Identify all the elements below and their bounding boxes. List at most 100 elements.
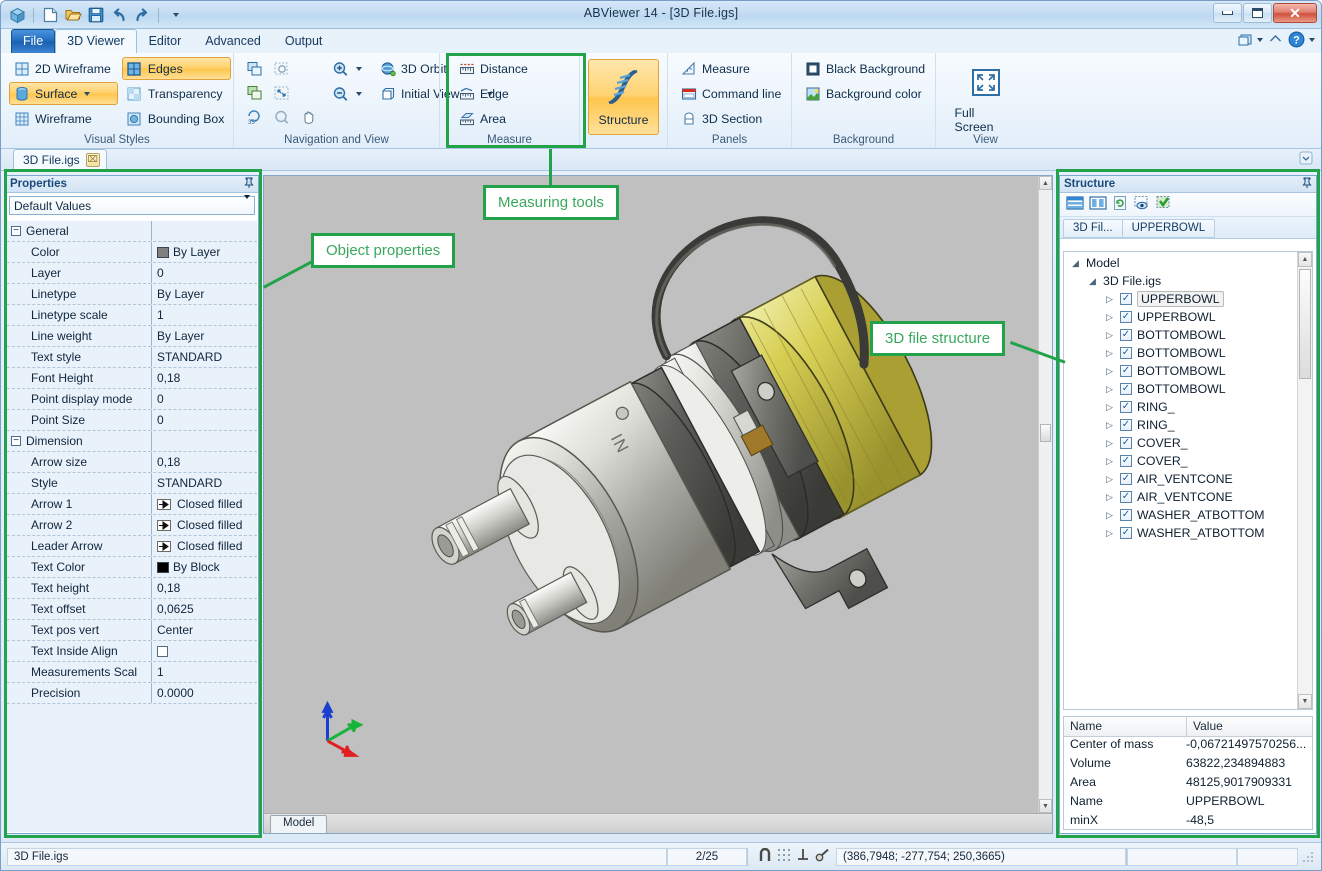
tree-vertical-scrollbar[interactable]: ▲ ▼ bbox=[1297, 252, 1312, 709]
document-tabs-overflow[interactable] bbox=[1299, 151, 1313, 168]
isolate-icon[interactable] bbox=[1155, 195, 1172, 214]
property-row[interactable]: ColorBy Layer bbox=[7, 242, 257, 263]
property-row[interactable]: Linetype scale1 bbox=[7, 305, 257, 326]
model-viewport[interactable]: IN bbox=[264, 176, 1038, 813]
property-row[interactable]: Point display mode0 bbox=[7, 389, 257, 410]
structure-tab-upperbowl[interactable]: UPPERBOWL bbox=[1122, 219, 1216, 238]
close-icon[interactable]: ⌧ bbox=[86, 153, 100, 167]
tree-twisty-icon[interactable]: ▷ bbox=[1104, 384, 1115, 395]
property-value[interactable]: STANDARD bbox=[152, 473, 257, 493]
tree-twisty-icon[interactable]: ◢ bbox=[1087, 276, 1098, 287]
button-measure-distance[interactable]: Distance bbox=[454, 57, 535, 80]
ribbon-tab-output[interactable]: Output bbox=[273, 29, 335, 53]
viewport-vertical-scrollbar[interactable]: ▲ ▼ bbox=[1038, 176, 1052, 813]
object-property-table[interactable]: Name Value Center of mass-0,067214975702… bbox=[1063, 716, 1313, 830]
button-zoom-out[interactable] bbox=[328, 82, 369, 105]
columns-view-icon[interactable] bbox=[1089, 195, 1107, 214]
properties-scope-select[interactable]: Default Values bbox=[9, 196, 255, 215]
zoom-previous-icon[interactable] bbox=[242, 81, 266, 104]
ortho-icon[interactable] bbox=[796, 848, 810, 865]
checkbox-icon[interactable] bbox=[157, 646, 168, 657]
help-icon[interactable]: ? bbox=[1288, 31, 1315, 48]
tree-node[interactable]: ▷✓COVER_ bbox=[1064, 452, 1296, 470]
property-category-row[interactable]: −General bbox=[7, 221, 257, 242]
ribbon-tab-advanced[interactable]: Advanced bbox=[193, 29, 273, 53]
osnap-icon[interactable] bbox=[815, 848, 830, 866]
tree-node[interactable]: ◢3D File.igs bbox=[1064, 272, 1296, 290]
tree-node[interactable]: ▷✓BOTTOMBOWL bbox=[1064, 326, 1296, 344]
button-bounding-box[interactable]: Bounding Box bbox=[122, 107, 232, 130]
button-3d-section[interactable]: 3D Section bbox=[676, 107, 788, 130]
tree-node[interactable]: ▷✓RING_ bbox=[1064, 416, 1296, 434]
button-full-screen[interactable]: Full Screen bbox=[950, 63, 1022, 139]
viewport-tab-model[interactable]: Model bbox=[270, 815, 327, 833]
model-tree[interactable]: ◢Model◢3D File.igs▷✓UPPERBOWL▷✓UPPERBOWL… bbox=[1063, 251, 1313, 710]
tree-node[interactable]: ▷✓AIR_VENTCONE bbox=[1064, 488, 1296, 506]
property-row[interactable]: LinetypeBy Layer bbox=[7, 284, 257, 305]
property-table-row[interactable]: Area48125,9017909331 bbox=[1064, 775, 1312, 794]
property-value[interactable] bbox=[152, 641, 257, 661]
property-row[interactable]: Measurements Scal1 bbox=[7, 662, 257, 683]
property-value[interactable]: 0.0000 bbox=[152, 683, 257, 703]
property-value[interactable]: 0,0625 bbox=[152, 599, 257, 619]
property-row[interactable]: Text ColorBy Block bbox=[7, 557, 257, 578]
tree-node-checkbox[interactable]: ✓ bbox=[1120, 455, 1132, 467]
property-value[interactable]: 0,18 bbox=[152, 452, 257, 472]
property-value[interactable]: By Layer bbox=[152, 242, 257, 262]
button-background-color[interactable]: Background color bbox=[800, 82, 932, 105]
property-value[interactable]: 1 bbox=[152, 662, 257, 682]
expander-icon[interactable]: − bbox=[11, 436, 21, 446]
property-value[interactable]: By Layer bbox=[152, 326, 257, 346]
pin-icon[interactable] bbox=[1302, 177, 1312, 192]
pin-icon[interactable] bbox=[244, 177, 254, 192]
tree-node[interactable]: ▷✓WASHER_ATBOTTOM bbox=[1064, 506, 1296, 524]
tree-node[interactable]: ◢Model bbox=[1064, 254, 1296, 272]
button-command-line[interactable]: Command line bbox=[676, 82, 788, 105]
close-button[interactable]: ✕ bbox=[1273, 3, 1317, 23]
rows-view-icon[interactable] bbox=[1066, 195, 1084, 214]
tree-node-checkbox[interactable]: ✓ bbox=[1120, 419, 1132, 431]
property-row[interactable]: Text Inside Align bbox=[7, 641, 257, 662]
property-value[interactable]: Closed filled bbox=[152, 494, 257, 514]
scroll-thumb[interactable] bbox=[1040, 424, 1051, 442]
tree-twisty-icon[interactable]: ◢ bbox=[1070, 258, 1081, 269]
property-table-row[interactable]: minX-48,5 bbox=[1064, 813, 1312, 830]
tree-node[interactable]: ▷✓AIR_VENTCONE bbox=[1064, 470, 1296, 488]
property-row[interactable]: Point Size0 bbox=[7, 410, 257, 431]
tree-twisty-icon[interactable]: ▷ bbox=[1104, 402, 1115, 413]
property-value[interactable]: By Block bbox=[152, 557, 257, 577]
tree-node-checkbox[interactable]: ✓ bbox=[1120, 293, 1132, 305]
button-structure[interactable]: Structure bbox=[588, 59, 659, 135]
property-value[interactable]: 0 bbox=[152, 263, 257, 283]
property-row[interactable]: Text styleSTANDARD bbox=[7, 347, 257, 368]
grid-icon[interactable] bbox=[777, 848, 791, 865]
property-value[interactable] bbox=[152, 221, 257, 241]
property-row[interactable]: Line weightBy Layer bbox=[7, 326, 257, 347]
property-row[interactable]: Text pos vertCenter bbox=[7, 620, 257, 641]
tree-twisty-icon[interactable]: ▷ bbox=[1104, 492, 1115, 503]
tree-node[interactable]: ▷✓RING_ bbox=[1064, 398, 1296, 416]
tree-node-checkbox[interactable]: ✓ bbox=[1120, 401, 1132, 413]
document-tab-3d-file[interactable]: 3D File.igs ⌧ bbox=[13, 149, 107, 170]
tree-twisty-icon[interactable]: ▷ bbox=[1104, 330, 1115, 341]
tree-twisty-icon[interactable]: ▷ bbox=[1104, 312, 1115, 323]
property-table-row[interactable]: NameUPPERBOWL bbox=[1064, 794, 1312, 813]
tree-node[interactable]: ▷✓COVER_ bbox=[1064, 434, 1296, 452]
tree-node-checkbox[interactable]: ✓ bbox=[1120, 527, 1132, 539]
button-measure-edge[interactable]: Edge bbox=[454, 82, 535, 105]
property-row[interactable]: Text height0,18 bbox=[7, 578, 257, 599]
expander-icon[interactable]: − bbox=[11, 226, 21, 236]
button-black-background[interactable]: Black Background bbox=[800, 57, 932, 80]
property-value[interactable]: 0,18 bbox=[152, 368, 257, 388]
tree-twisty-icon[interactable]: ▷ bbox=[1104, 348, 1115, 359]
property-value[interactable]: Closed filled bbox=[152, 515, 257, 535]
property-row[interactable]: Precision0.0000 bbox=[7, 683, 257, 704]
tree-twisty-icon[interactable]: ▷ bbox=[1104, 294, 1115, 305]
tree-node-checkbox[interactable]: ✓ bbox=[1120, 473, 1132, 485]
tree-scroll-down-button[interactable]: ▼ bbox=[1298, 694, 1312, 709]
structure-tab-3d-file[interactable]: 3D Fil... bbox=[1063, 219, 1123, 238]
zoom-in-chevron-icon[interactable] bbox=[356, 67, 362, 71]
scroll-down-button[interactable]: ▼ bbox=[1039, 799, 1052, 813]
tree-node-checkbox[interactable]: ✓ bbox=[1120, 383, 1132, 395]
property-value[interactable]: By Layer bbox=[152, 284, 257, 304]
